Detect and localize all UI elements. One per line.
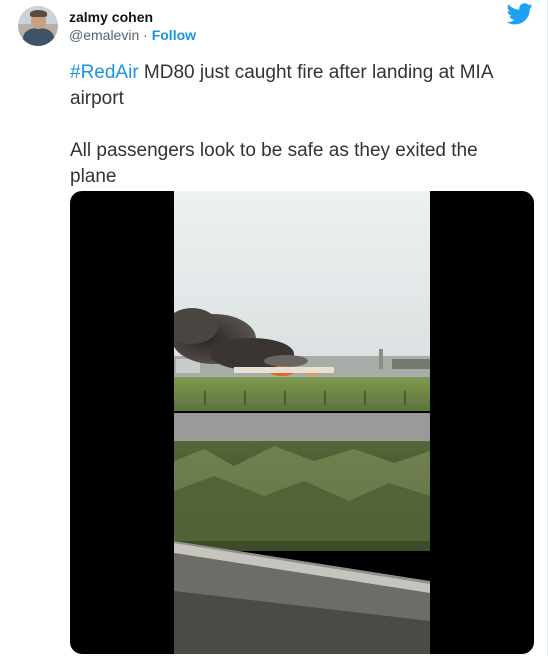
avatar-shirt (23, 28, 54, 46)
airplane-fire-video-frame (174, 191, 430, 654)
tweet-card: zalmy cohen @emalevin · Follow #RedAir M… (0, 0, 548, 656)
author-display-name[interactable]: zalmy cohen (69, 8, 153, 26)
author-handle[interactable]: @emalevin (69, 27, 139, 43)
tweet-text: #RedAir MD80 just caught fire after land… (70, 60, 510, 190)
author-avatar[interactable] (18, 6, 58, 46)
follow-button[interactable]: Follow (152, 27, 196, 43)
tweet-paragraph-1: #RedAir MD80 just caught fire after land… (70, 60, 510, 112)
separator-dot: · (143, 27, 148, 43)
author-handle-row: @emalevin · Follow (69, 26, 196, 44)
tweet-paragraph-2: All passengers look to be safe as they e… (70, 140, 478, 187)
tweet-video[interactable] (70, 191, 534, 654)
avatar-hair (30, 10, 47, 17)
twitter-bird-icon[interactable] (507, 3, 533, 25)
hashtag-link[interactable]: #RedAir (70, 62, 139, 83)
